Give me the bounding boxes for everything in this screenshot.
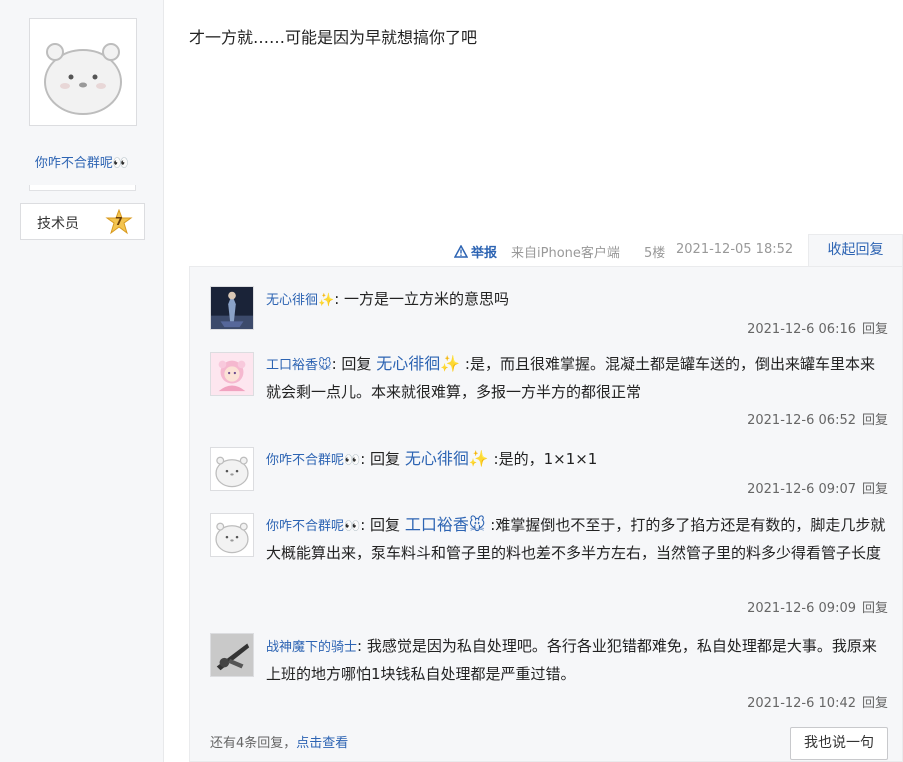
reply-separator: : [334, 290, 340, 308]
report-label: 举报 [471, 246, 498, 261]
reply-target-username[interactable]: 工口裕香🐭 [405, 515, 486, 534]
level-number: 7 [115, 215, 123, 228]
knight-avatar-icon [211, 634, 253, 676]
author-level-badge[interactable]: 技术员 7 [20, 203, 145, 240]
more-replies-text: 还有4条回复， [210, 736, 297, 751]
reply-prefix: 回复 [370, 516, 401, 534]
reply-prefix: 回复 [341, 355, 372, 373]
post-time: 2021-12-05 18:52 [676, 242, 794, 257]
author-avatar[interactable] [29, 18, 137, 126]
reply-content: 战神魔下的骑士: 我感觉是因为私自处理吧。各行各业犯错都难免，私自处理都是大事。… [266, 633, 886, 687]
reply-content: 你咋不合群呢👀: 回复 工口裕香🐭 :难掌握倒也不至于，打的多了掐方还是有数的，… [266, 515, 886, 562]
reply-time: 2021-12-6 06:16 [747, 322, 856, 337]
reply-button[interactable]: 回复 [862, 696, 888, 711]
reply-avatar[interactable] [210, 513, 254, 557]
reply-text: 一方是一立方米的意思吗 [344, 290, 510, 308]
floor-number: 5楼 [644, 246, 666, 261]
character-avatar-icon [211, 287, 253, 329]
warning-icon [454, 245, 468, 258]
reply-meta: 2021-12-6 06:16 回复 [747, 318, 888, 337]
author-sidebar: 你咋不合群呢👀 技术员 7 [0, 0, 164, 762]
reply-text: :是的，1×1×1 [493, 450, 598, 468]
reply-target-username[interactable]: 无心徘徊✨ [405, 449, 489, 468]
reply-avatar[interactable] [210, 447, 254, 491]
level-star-icon: 7 [105, 208, 133, 235]
anime-girl-avatar-icon [211, 353, 253, 395]
reply-time: 2021-12-6 06:52 [747, 413, 856, 428]
hamster-avatar-icon [211, 448, 253, 490]
reply-meta: 2021-12-6 06:52 回复 [747, 409, 888, 428]
more-replies-line: 还有4条回复，点击查看 [210, 732, 348, 751]
reply-username[interactable]: 你咋不合群呢👀 [266, 453, 360, 468]
reply-button[interactable]: 回复 [862, 482, 888, 497]
reply-time: 2021-12-6 10:42 [747, 696, 856, 711]
author-divider [29, 185, 136, 191]
reply-prefix: 回复 [370, 450, 401, 468]
reply-username[interactable]: 无心徘徊✨ [266, 293, 334, 308]
view-more-link[interactable]: 点击查看 [296, 736, 348, 751]
reply-meta: 2021-12-6 09:07 回复 [747, 478, 888, 497]
reply-button[interactable]: 回复 [862, 601, 888, 616]
reply-avatar[interactable] [210, 286, 254, 330]
hamster-avatar-icon [211, 514, 253, 556]
say-something-button[interactable]: 我也说一句 [790, 727, 888, 760]
post-tail-bar: 举报 来自iPhone客户端 5楼 2021-12-05 18:52 收起回复 [189, 234, 903, 266]
reply-content: 工口裕香🐭: 回复 无心徘徊✨ :是，而且很难掌握。混凝土都是罐车送的，倒出来罐… [266, 354, 875, 401]
reply-button[interactable]: 回复 [862, 413, 888, 428]
reply-time: 2021-12-6 09:07 [747, 482, 856, 497]
reply-time: 2021-12-6 09:09 [747, 601, 856, 616]
reply-username[interactable]: 工口裕香🐭 [266, 358, 332, 373]
post-content: 才一方就……可能是因为早就想搞你了吧 [189, 28, 478, 47]
reply-separator: : [357, 637, 363, 655]
reply-avatar[interactable] [210, 633, 254, 677]
reply-content: 你咋不合群呢👀: 回复 无心徘徊✨ :是的，1×1×1 [266, 449, 598, 468]
reply-avatar[interactable] [210, 352, 254, 396]
reply-target-username[interactable]: 无心徘徊✨ [376, 354, 460, 373]
collapse-replies-button[interactable]: 收起回复 [808, 234, 903, 266]
reply-content: 无心徘徊✨: 一方是一立方米的意思吗 [266, 286, 886, 314]
client-source[interactable]: 来自iPhone客户端 [511, 242, 620, 261]
author-name[interactable]: 你咋不合群呢👀 [0, 152, 164, 171]
reply-button[interactable]: 回复 [862, 322, 888, 337]
report-link[interactable]: 举报 [454, 242, 497, 261]
reply-meta: 2021-12-6 10:42 回复 [747, 692, 888, 711]
level-name: 技术员 [37, 216, 79, 232]
reply-username[interactable]: 你咋不合群呢👀 [266, 519, 360, 534]
hamster-avatar-icon [33, 22, 133, 122]
reply-meta: 2021-12-6 09:09 回复 [747, 597, 888, 616]
replies-panel: 无心徘徊✨: 一方是一立方米的意思吗 2021-12-6 06:16 回复 工口裕… [189, 266, 903, 762]
reply-username[interactable]: 战神魔下的骑士 [266, 640, 357, 655]
